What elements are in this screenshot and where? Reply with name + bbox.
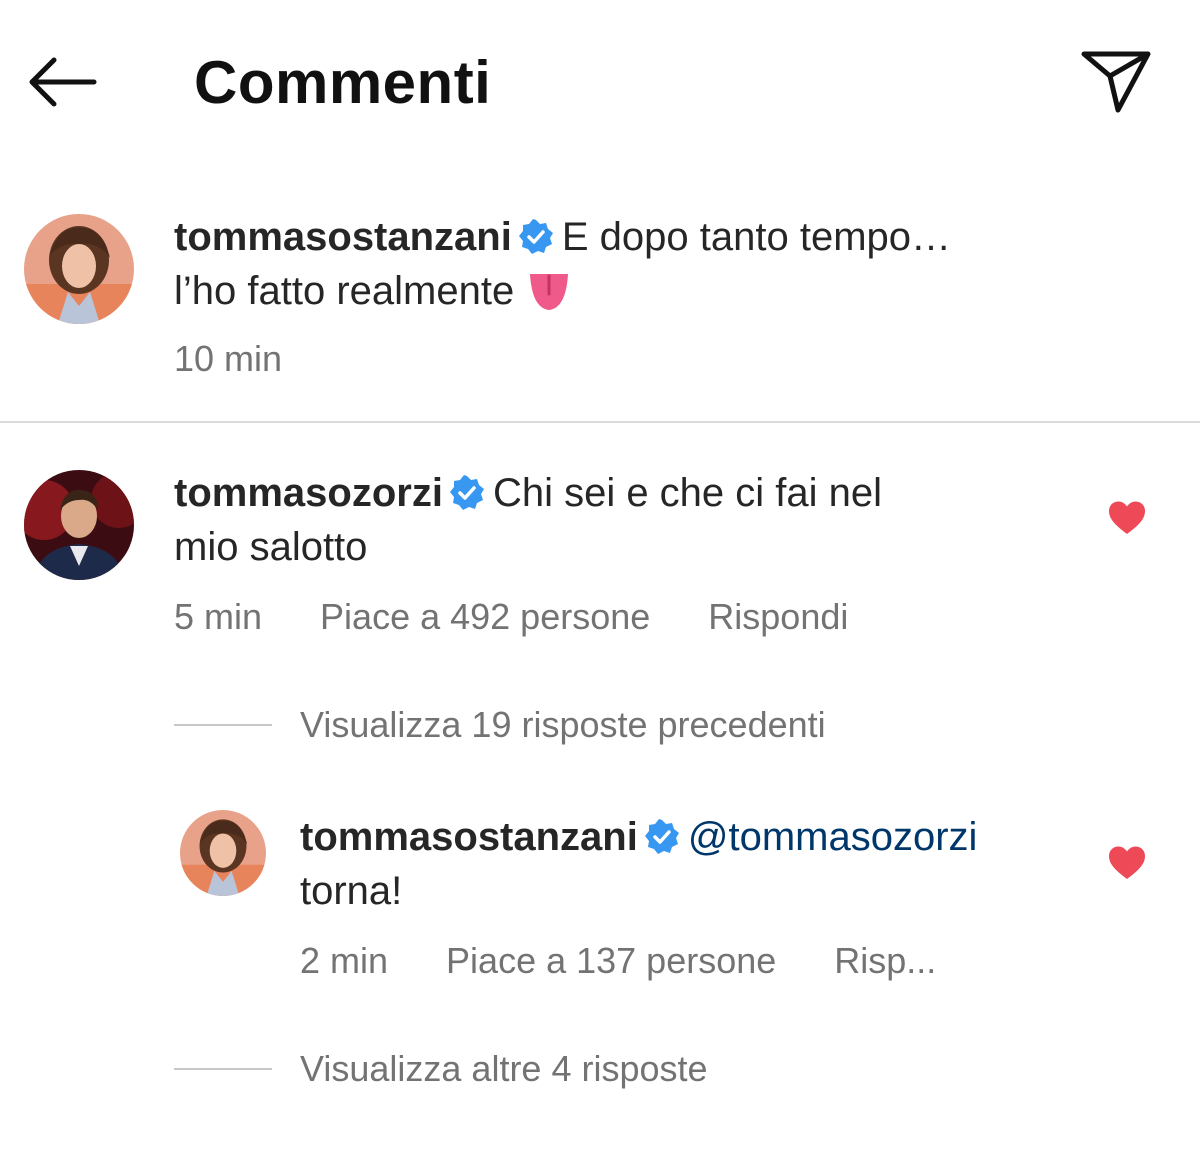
avatar-tommasostanzani — [24, 214, 134, 324]
caption-username[interactable]: tommasostanzani — [174, 215, 512, 259]
reply-likes[interactable]: Piace a 137 persone — [446, 940, 776, 981]
reply-button[interactable]: Risp... — [834, 940, 936, 981]
like-button[interactable] — [1107, 500, 1147, 536]
reply-meta: 2 min Piace a 137 persone Risp... — [300, 940, 994, 982]
comment-text-line2: mio salotto — [174, 525, 368, 569]
thread-line — [174, 1068, 272, 1070]
view-previous-replies-label: Visualizza 19 risposte precedenti — [300, 704, 826, 745]
tongue-emoji-icon — [530, 274, 569, 310]
heart-filled-icon — [1109, 846, 1145, 879]
like-button[interactable] — [1107, 845, 1147, 881]
page-title: Commenti — [194, 49, 492, 116]
paper-plane-icon — [1081, 51, 1151, 113]
caption-text: tommasostanzani E dopo tanto tempo… l’ho … — [174, 210, 1134, 318]
thread-line — [174, 724, 272, 726]
avatar[interactable] — [24, 214, 134, 324]
view-more-replies-label: Visualizza altre 4 risposte — [300, 1048, 708, 1089]
comment-time: 5 min — [174, 596, 263, 637]
divider — [0, 421, 1200, 423]
caption-time: 10 min — [174, 338, 283, 379]
reply-text-line2: torna! — [300, 869, 403, 913]
reply-button[interactable]: Rispondi — [708, 596, 848, 637]
back-button[interactable] — [24, 52, 100, 112]
mention-link[interactable]: @tommasozorzi — [688, 815, 978, 859]
avatar-tommasozorzi — [24, 470, 134, 580]
avatar[interactable] — [24, 470, 134, 580]
comment-text: tommasozorzi Chi sei e che ci fai nel mio… — [174, 466, 1034, 574]
comment-meta: 5 min Piace a 492 persone Rispondi — [174, 596, 906, 638]
avatar[interactable] — [180, 810, 266, 896]
arrow-left-icon — [29, 57, 97, 107]
comment-likes[interactable]: Piace a 492 persone — [320, 596, 650, 637]
reply-username[interactable]: tommasostanzani — [300, 815, 638, 859]
verified-badge-icon — [644, 819, 679, 854]
heart-filled-icon — [1109, 501, 1145, 534]
comment-username[interactable]: tommasozorzi — [174, 471, 443, 515]
reply-text: tommasostanzani @tommasozorzi torna! — [300, 810, 1100, 918]
caption-meta: 10 min — [174, 338, 340, 380]
verified-badge-icon — [449, 475, 484, 510]
header-bar: Commenti — [0, 0, 1200, 160]
view-previous-replies[interactable]: Visualizza 19 risposte precedenti — [174, 704, 826, 746]
share-button[interactable] — [1078, 46, 1154, 116]
verified-badge-icon — [518, 219, 553, 254]
comment-text-line1: Chi sei e che ci fai nel — [492, 471, 883, 515]
caption-text-line2: l’ho fatto realmente — [174, 269, 515, 313]
view-more-replies[interactable]: Visualizza altre 4 risposte — [174, 1048, 708, 1090]
caption-text-line1: E dopo tanto tempo… — [561, 215, 951, 259]
avatar-tommasostanzani — [180, 810, 266, 896]
reply-time: 2 min — [300, 940, 389, 981]
